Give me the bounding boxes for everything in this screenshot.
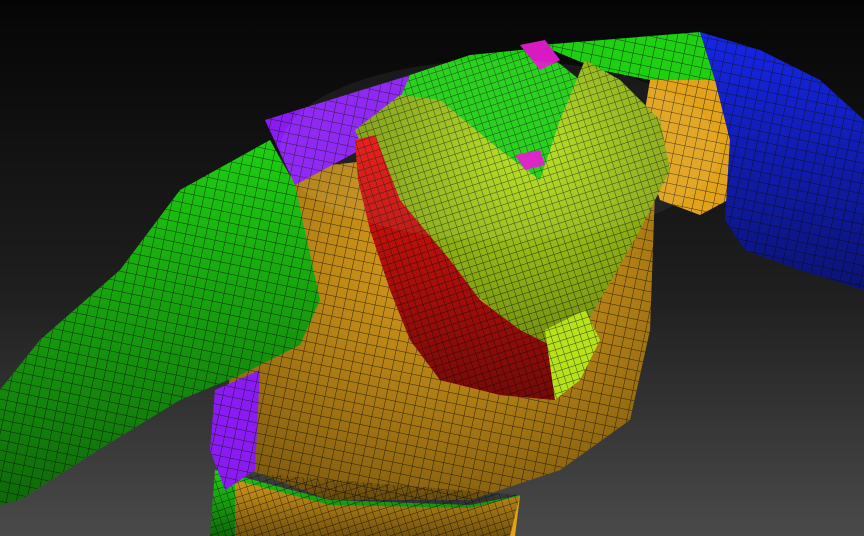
sculpt-viewport[interactable] xyxy=(0,0,864,536)
hoodie-mesh-render[interactable] xyxy=(0,0,864,536)
scene-highlight xyxy=(280,60,720,240)
